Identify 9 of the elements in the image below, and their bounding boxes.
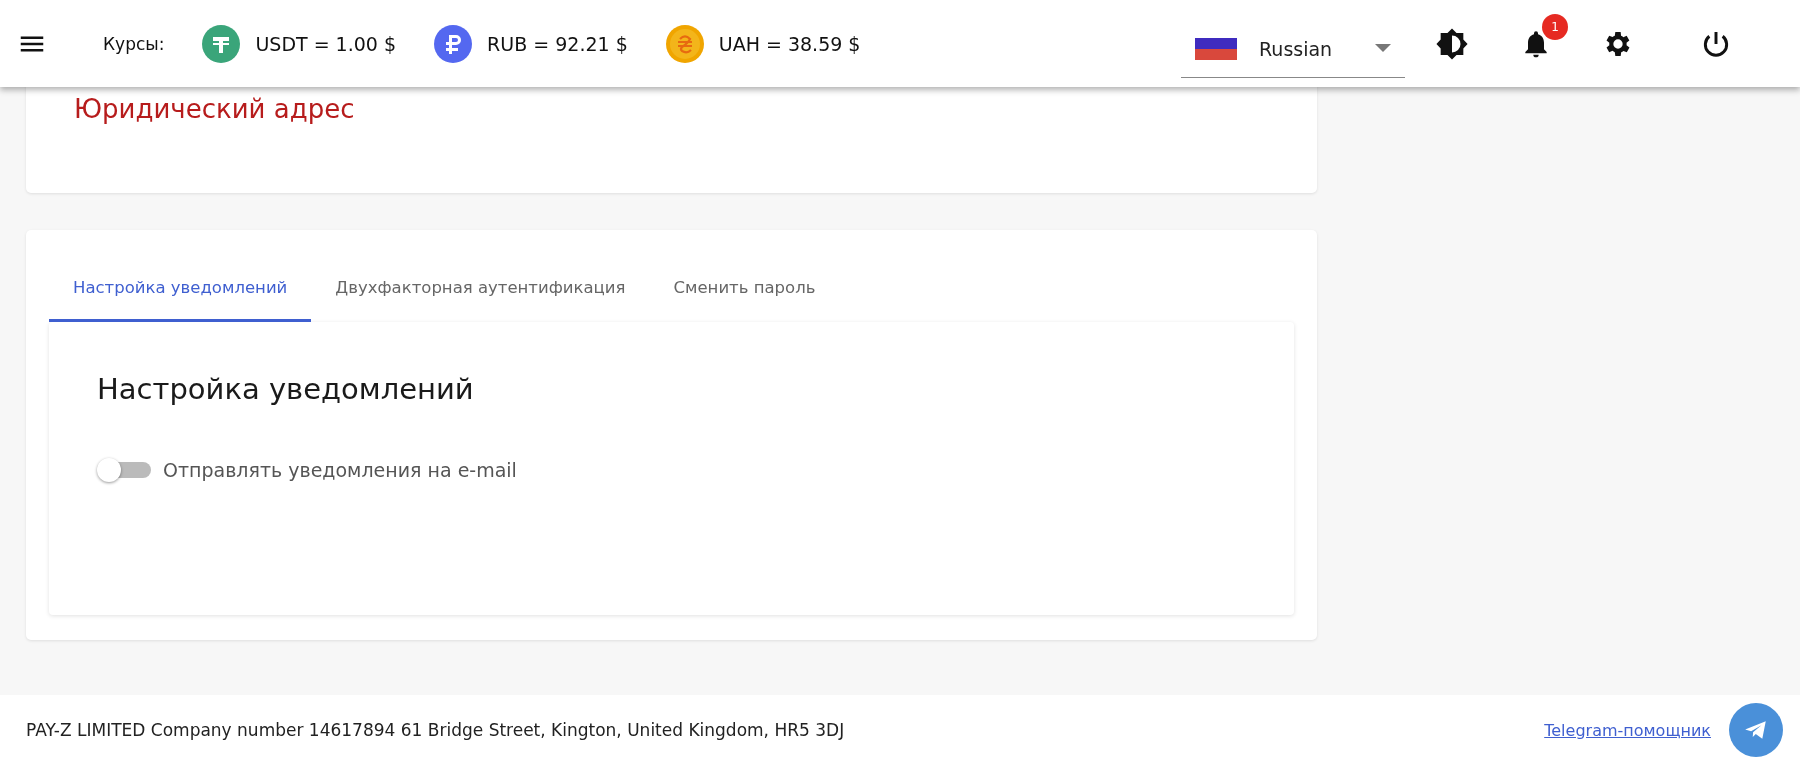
exchange-rate: RUB = 92.21 $ — [487, 32, 628, 55]
toggle-label: Отправлять уведомления на e-mail — [163, 459, 517, 481]
notification-badge: 1 — [1542, 13, 1568, 40]
exchange-rate: USDT = 1.00 $ — [255, 32, 397, 55]
company-info: PAY-Z LIMITED Company number 14617894 61 Bridge Street, Kington, United Kingdom, HR5 3DJ — [26, 720, 845, 740]
rates-label: Курсы: — [103, 33, 165, 54]
panel-title: Настройка уведомлений — [97, 372, 475, 406]
exchange-rate: UAH = 38.59 $ — [718, 32, 861, 55]
section-title: Юридический адрес — [74, 94, 356, 124]
